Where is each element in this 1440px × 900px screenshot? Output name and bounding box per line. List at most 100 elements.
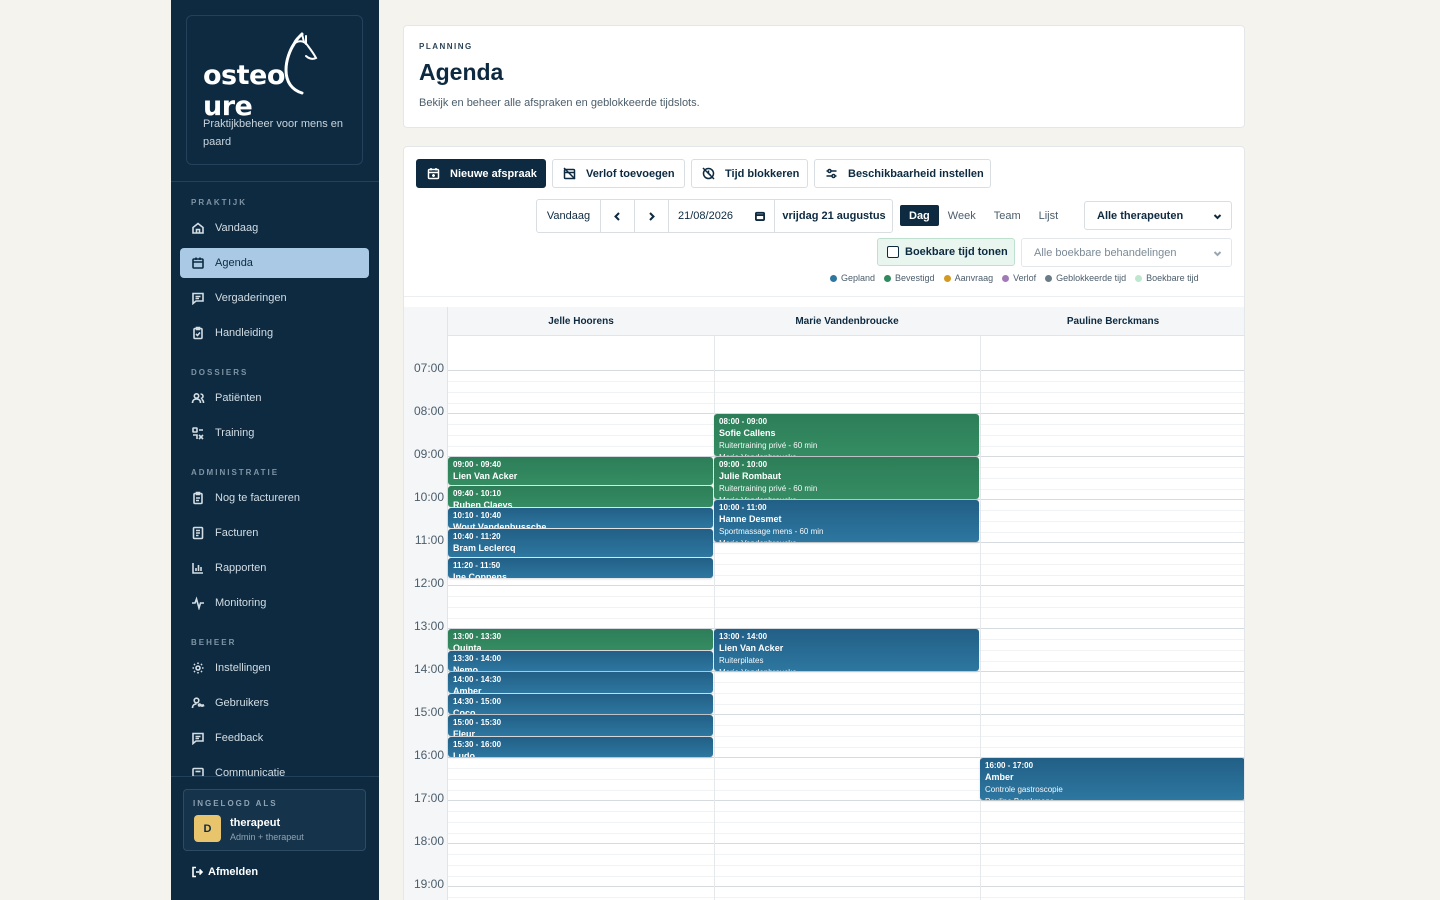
column-divider bbox=[980, 336, 981, 900]
status-legend: Gepland Bevestigd Aanvraag Verlof Geblokkeer… bbox=[830, 273, 1208, 283]
appointment-event[interactable]: 11:20 - 11:50 Ine Coppens bbox=[448, 557, 713, 579]
sidebar-item-patienten[interactable]: Patiënten bbox=[180, 383, 369, 413]
calendar-grid[interactable]: 08:00 - 09:00 Sofie Callens Ruitertraining… bbox=[447, 336, 1244, 900]
add-leave-button[interactable]: Verlof toevoegen bbox=[552, 159, 685, 188]
event-name: Bram Leclercq bbox=[453, 543, 516, 554]
today-button[interactable]: Vandaag bbox=[537, 200, 601, 232]
logout-link[interactable]: Afmelden bbox=[191, 866, 258, 878]
clock-off-icon bbox=[702, 167, 715, 180]
time-label: 19:00 bbox=[413, 877, 444, 892]
sidebar-item-instellingen[interactable]: Instellingen bbox=[180, 653, 369, 683]
legend-label: Aanvraag bbox=[954, 273, 994, 283]
appointment-event[interactable]: 13:00 - 13:30 Quinta bbox=[448, 629, 713, 650]
view-tab-dag[interactable]: Dag bbox=[900, 205, 939, 226]
show-bookable-label: Boekbare tijd tonen bbox=[905, 246, 1008, 258]
column-header: Marie Vandenbroucke bbox=[795, 316, 899, 327]
chat-icon bbox=[191, 291, 205, 305]
calendar-off-icon bbox=[563, 167, 576, 180]
event-name: Julie Rombaut bbox=[719, 471, 782, 482]
quarter-line bbox=[448, 811, 1244, 813]
calendar-icon bbox=[191, 256, 205, 270]
block-time-button[interactable]: Tijd blokkeren bbox=[691, 159, 808, 188]
appointment-event[interactable]: 09:00 - 09:40 Lien Van Acker bbox=[448, 457, 713, 486]
appointment-event[interactable]: 15:00 - 15:30 Fleur bbox=[448, 715, 713, 736]
sidebar-item-facturen[interactable]: Facturen bbox=[180, 518, 369, 548]
appointment-event[interactable]: 10:40 - 11:20 Bram Leclercq bbox=[448, 529, 713, 557]
avatar: D bbox=[194, 815, 221, 842]
divider bbox=[404, 296, 1244, 297]
time-column: 07:00 08:00 09:00 10:00 11:00 12:00 13:00 14:00… bbox=[404, 307, 447, 900]
sidebar-item-vandaag[interactable]: Vandaag bbox=[180, 213, 369, 243]
event-name: Ludo bbox=[453, 750, 475, 758]
sidebar-divider bbox=[171, 181, 379, 182]
next-day-button[interactable] bbox=[635, 200, 669, 232]
view-switcher: Dag Week Team Lijst bbox=[900, 204, 1067, 227]
logout-label: Afmelden bbox=[208, 866, 259, 878]
sidebar-item-communicatie[interactable]: Communicatie bbox=[180, 758, 369, 776]
sidebar-item-monitoring[interactable]: Monitoring bbox=[180, 588, 369, 618]
event-time: 10:00 - 11:00 bbox=[719, 503, 767, 513]
sidebar-item-feedback[interactable]: Feedback bbox=[180, 723, 369, 753]
appointment-event[interactable]: 16:00 - 17:00Amber Controle gastroscopieP… bbox=[980, 758, 1244, 801]
treatment-select[interactable]: Alle boekbare behandelingen bbox=[1021, 238, 1232, 267]
appointment-event[interactable]: 10:10 - 10:40 Wout Vandenbussche bbox=[448, 507, 713, 529]
appointment-event[interactable]: 15:30 - 16:00 Ludo bbox=[448, 736, 713, 758]
time-label: 09:00 bbox=[413, 447, 444, 462]
page-subtitle: Bekijk en beheer alle afspraken en geblo… bbox=[419, 97, 700, 109]
agenda-card: Nieuwe afspraak Verlof toevoegen Tijd bl… bbox=[403, 146, 1245, 900]
event-time: 09:00 - 10:00 bbox=[719, 460, 768, 470]
treatment-select-value: Alle boekbare behandelingen bbox=[1034, 246, 1177, 259]
clipboard-icon bbox=[191, 491, 205, 505]
sidebar-bottom-divider bbox=[171, 776, 379, 777]
legend-item: Aanvraag bbox=[943, 273, 994, 283]
day-calendar: 07:00 08:00 09:00 10:00 11:00 12:00 13:00 14:00… bbox=[404, 307, 1244, 900]
quarter-line bbox=[448, 381, 1244, 383]
date-navigation: Vandaag 21/08/2026 vrijdag 21 augustus bbox=[536, 199, 893, 233]
sidebar-item-handleiding[interactable]: Handleiding bbox=[180, 318, 369, 348]
quarter-line bbox=[448, 402, 1244, 404]
date-input[interactable]: 21/08/2026 bbox=[669, 200, 775, 232]
new-appointment-button[interactable]: Nieuwe afspraak bbox=[416, 159, 546, 188]
event-name: Quinta bbox=[453, 643, 482, 650]
appointment-event[interactable]: 14:30 - 15:00 Coco bbox=[448, 693, 713, 715]
event-detail: Ruitertraining privé - 60 min bbox=[719, 484, 818, 494]
appointment-event[interactable]: 13:30 - 14:00 Nemo bbox=[448, 650, 713, 672]
sidebar-item-vergaderingen[interactable]: Vergaderingen bbox=[180, 283, 369, 313]
calendar-icon bbox=[755, 211, 765, 221]
hour-line bbox=[448, 585, 1244, 587]
sidebar-item-nog-te-factureren[interactable]: Nog te factureren bbox=[180, 483, 369, 513]
prev-day-button[interactable] bbox=[601, 200, 635, 232]
event-time: 10:10 - 10:40 bbox=[453, 510, 502, 520]
section-title-dossiers: DOSSIERS bbox=[191, 368, 249, 377]
sidebar-item-agenda[interactable]: Agenda bbox=[180, 248, 369, 278]
event-name: Sofie Callens bbox=[719, 428, 776, 439]
show-bookable-checkbox[interactable] bbox=[887, 246, 899, 258]
user-card-label: INGELOGD ALS bbox=[193, 799, 278, 808]
sidebar-item-gebruikers[interactable]: Gebruikers bbox=[180, 688, 369, 718]
time-label: 18:00 bbox=[413, 834, 444, 849]
appointment-event[interactable]: 09:40 - 10:10 Ruben Claeys bbox=[448, 486, 713, 507]
appointment-event[interactable]: 13:00 - 14:00 Lien Van Acker Ruiterpilates… bbox=[714, 629, 979, 672]
appointment-event[interactable]: 09:00 - 10:00 Julie Rombaut Ruitertraining… bbox=[714, 457, 979, 500]
today-label: Vandaag bbox=[546, 210, 591, 222]
legend-item: Gepland bbox=[830, 273, 875, 283]
set-availability-button[interactable]: Beschikbaarheid instellen bbox=[814, 159, 991, 188]
sidebar-item-label: Communicatie bbox=[215, 767, 286, 776]
appointment-event[interactable]: 10:00 - 11:00 Hanne Desmet Sportmassage me… bbox=[714, 500, 979, 543]
show-bookable-toggle[interactable]: Boekbare tijd tonen bbox=[877, 238, 1015, 266]
quarter-line bbox=[448, 596, 1244, 598]
calendar-header: Jelle Hoorens Marie Vandenbroucke Paulin… bbox=[447, 307, 1244, 336]
event-name: Lien Van Acker bbox=[719, 643, 784, 654]
appointment-event[interactable]: 08:00 - 09:00 Sofie Callens Ruitertraining… bbox=[714, 414, 979, 457]
column-header: Jelle Hoorens bbox=[548, 316, 614, 327]
view-tab-lijst[interactable]: Lijst bbox=[1030, 205, 1068, 226]
sidebar-item-rapporten[interactable]: Rapporten bbox=[180, 553, 369, 583]
gear-icon bbox=[191, 661, 205, 675]
view-tab-week[interactable]: Week bbox=[939, 205, 985, 226]
sidebar-item-training[interactable]: Training bbox=[180, 418, 369, 448]
event-name: Wout Vandenbussche bbox=[453, 521, 547, 529]
sidebar-item-label: Nog te factureren bbox=[215, 492, 300, 504]
view-tab-team[interactable]: Team bbox=[985, 205, 1030, 226]
therapist-select[interactable]: Alle therapeuten bbox=[1084, 201, 1232, 230]
appointment-event[interactable]: 14:00 - 14:30 Amber bbox=[448, 672, 713, 693]
